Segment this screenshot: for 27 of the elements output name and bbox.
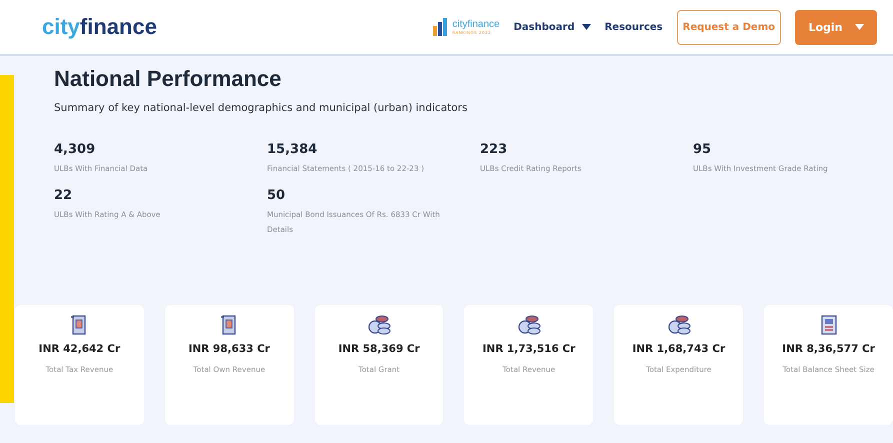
metric-amount: INR 42,642 Cr <box>38 343 120 355</box>
caret-icon <box>854 24 864 30</box>
stat-value: 22 <box>54 188 74 203</box>
coins-icon <box>666 315 691 335</box>
metric-amount: INR 1,68,743 Cr <box>632 343 726 355</box>
caret-icon <box>582 24 591 30</box>
stat-value: 95 <box>693 142 712 157</box>
stat-value: 223 <box>480 142 508 157</box>
bar-chart-icon <box>433 18 450 36</box>
receipt-icon <box>221 315 238 335</box>
coins-icon <box>516 315 541 335</box>
site-logo[interactable]: cityfinance <box>42 14 157 40</box>
metric-amount: INR 58,369 Cr <box>338 343 420 355</box>
stat-value: 50 <box>267 188 286 203</box>
metric-amount: INR 1,73,516 Cr <box>482 343 576 355</box>
stat-value: 4,309 <box>54 142 96 157</box>
section-subtitle: Summary of key national-level demographics and municipal (urban) indicators <box>54 102 468 114</box>
section-title: National Performance <box>54 66 282 92</box>
metric-amount: INR 98,633 Cr <box>188 343 270 355</box>
stat-value: 15,384 <box>267 142 318 157</box>
metric-amount: INR 8,36,577 Cr <box>782 343 875 355</box>
receipt-icon <box>71 315 88 335</box>
nav-link[interactable]: Dashboard <box>514 22 591 32</box>
nav-link[interactable]: Resources <box>604 22 663 32</box>
rankings-logo-name: cityfinance <box>452 20 500 30</box>
document-icon <box>820 315 837 335</box>
coins-icon <box>367 315 392 335</box>
